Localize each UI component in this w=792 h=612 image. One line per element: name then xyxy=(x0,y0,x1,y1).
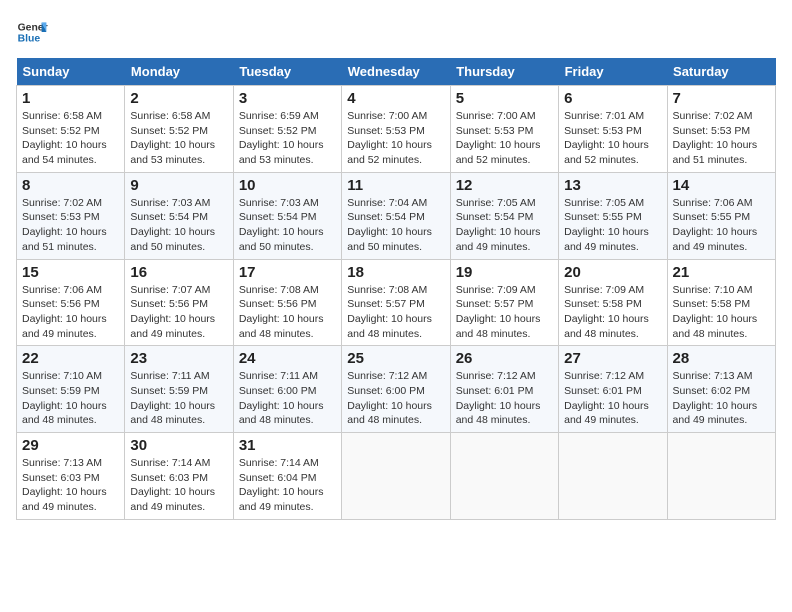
calendar-day-27: 27Sunrise: 7:12 AM Sunset: 6:01 PM Dayli… xyxy=(559,346,667,433)
calendar-day-31: 31Sunrise: 7:14 AM Sunset: 6:04 PM Dayli… xyxy=(233,433,341,520)
calendar-week-1: 1Sunrise: 6:58 AM Sunset: 5:52 PM Daylig… xyxy=(17,86,776,173)
calendar-day-13: 13Sunrise: 7:05 AM Sunset: 5:55 PM Dayli… xyxy=(559,172,667,259)
calendar-day-24: 24Sunrise: 7:11 AM Sunset: 6:00 PM Dayli… xyxy=(233,346,341,433)
calendar-day-15: 15Sunrise: 7:06 AM Sunset: 5:56 PM Dayli… xyxy=(17,259,125,346)
calendar-day-23: 23Sunrise: 7:11 AM Sunset: 5:59 PM Dayli… xyxy=(125,346,233,433)
calendar-day-16: 16Sunrise: 7:07 AM Sunset: 5:56 PM Dayli… xyxy=(125,259,233,346)
calendar-day-30: 30Sunrise: 7:14 AM Sunset: 6:03 PM Dayli… xyxy=(125,433,233,520)
calendar-day-1: 1Sunrise: 6:58 AM Sunset: 5:52 PM Daylig… xyxy=(17,86,125,173)
logo-icon: General Blue xyxy=(16,16,48,48)
calendar-day-17: 17Sunrise: 7:08 AM Sunset: 5:56 PM Dayli… xyxy=(233,259,341,346)
calendar-day-3: 3Sunrise: 6:59 AM Sunset: 5:52 PM Daylig… xyxy=(233,86,341,173)
calendar-day-11: 11Sunrise: 7:04 AM Sunset: 5:54 PM Dayli… xyxy=(342,172,450,259)
calendar-day-6: 6Sunrise: 7:01 AM Sunset: 5:53 PM Daylig… xyxy=(559,86,667,173)
calendar-day-26: 26Sunrise: 7:12 AM Sunset: 6:01 PM Dayli… xyxy=(450,346,558,433)
calendar-day-4: 4Sunrise: 7:00 AM Sunset: 5:53 PM Daylig… xyxy=(342,86,450,173)
col-header-tuesday: Tuesday xyxy=(233,58,341,86)
calendar-day-25: 25Sunrise: 7:12 AM Sunset: 6:00 PM Dayli… xyxy=(342,346,450,433)
empty-cell xyxy=(559,433,667,520)
calendar-day-22: 22Sunrise: 7:10 AM Sunset: 5:59 PM Dayli… xyxy=(17,346,125,433)
empty-cell xyxy=(450,433,558,520)
calendar-table: SundayMondayTuesdayWednesdayThursdayFrid… xyxy=(16,58,776,520)
calendar-day-9: 9Sunrise: 7:03 AM Sunset: 5:54 PM Daylig… xyxy=(125,172,233,259)
calendar-day-5: 5Sunrise: 7:00 AM Sunset: 5:53 PM Daylig… xyxy=(450,86,558,173)
col-header-friday: Friday xyxy=(559,58,667,86)
calendar-day-10: 10Sunrise: 7:03 AM Sunset: 5:54 PM Dayli… xyxy=(233,172,341,259)
calendar-day-18: 18Sunrise: 7:08 AM Sunset: 5:57 PM Dayli… xyxy=(342,259,450,346)
calendar-week-2: 8Sunrise: 7:02 AM Sunset: 5:53 PM Daylig… xyxy=(17,172,776,259)
calendar-day-14: 14Sunrise: 7:06 AM Sunset: 5:55 PM Dayli… xyxy=(667,172,775,259)
col-header-thursday: Thursday xyxy=(450,58,558,86)
calendar-week-3: 15Sunrise: 7:06 AM Sunset: 5:56 PM Dayli… xyxy=(17,259,776,346)
calendar-day-7: 7Sunrise: 7:02 AM Sunset: 5:53 PM Daylig… xyxy=(667,86,775,173)
calendar-day-2: 2Sunrise: 6:58 AM Sunset: 5:52 PM Daylig… xyxy=(125,86,233,173)
col-header-sunday: Sunday xyxy=(17,58,125,86)
calendar-day-8: 8Sunrise: 7:02 AM Sunset: 5:53 PM Daylig… xyxy=(17,172,125,259)
empty-cell xyxy=(667,433,775,520)
header-row: SundayMondayTuesdayWednesdayThursdayFrid… xyxy=(17,58,776,86)
calendar-day-29: 29Sunrise: 7:13 AM Sunset: 6:03 PM Dayli… xyxy=(17,433,125,520)
calendar-day-21: 21Sunrise: 7:10 AM Sunset: 5:58 PM Dayli… xyxy=(667,259,775,346)
calendar-day-28: 28Sunrise: 7:13 AM Sunset: 6:02 PM Dayli… xyxy=(667,346,775,433)
calendar-day-20: 20Sunrise: 7:09 AM Sunset: 5:58 PM Dayli… xyxy=(559,259,667,346)
logo: General Blue xyxy=(16,16,52,48)
svg-text:Blue: Blue xyxy=(18,34,41,45)
calendar-day-12: 12Sunrise: 7:05 AM Sunset: 5:54 PM Dayli… xyxy=(450,172,558,259)
empty-cell xyxy=(342,433,450,520)
col-header-monday: Monday xyxy=(125,58,233,86)
col-header-wednesday: Wednesday xyxy=(342,58,450,86)
calendar-week-4: 22Sunrise: 7:10 AM Sunset: 5:59 PM Dayli… xyxy=(17,346,776,433)
calendar-week-5: 29Sunrise: 7:13 AM Sunset: 6:03 PM Dayli… xyxy=(17,433,776,520)
calendar-day-19: 19Sunrise: 7:09 AM Sunset: 5:57 PM Dayli… xyxy=(450,259,558,346)
col-header-saturday: Saturday xyxy=(667,58,775,86)
page-header: General Blue xyxy=(16,16,776,48)
